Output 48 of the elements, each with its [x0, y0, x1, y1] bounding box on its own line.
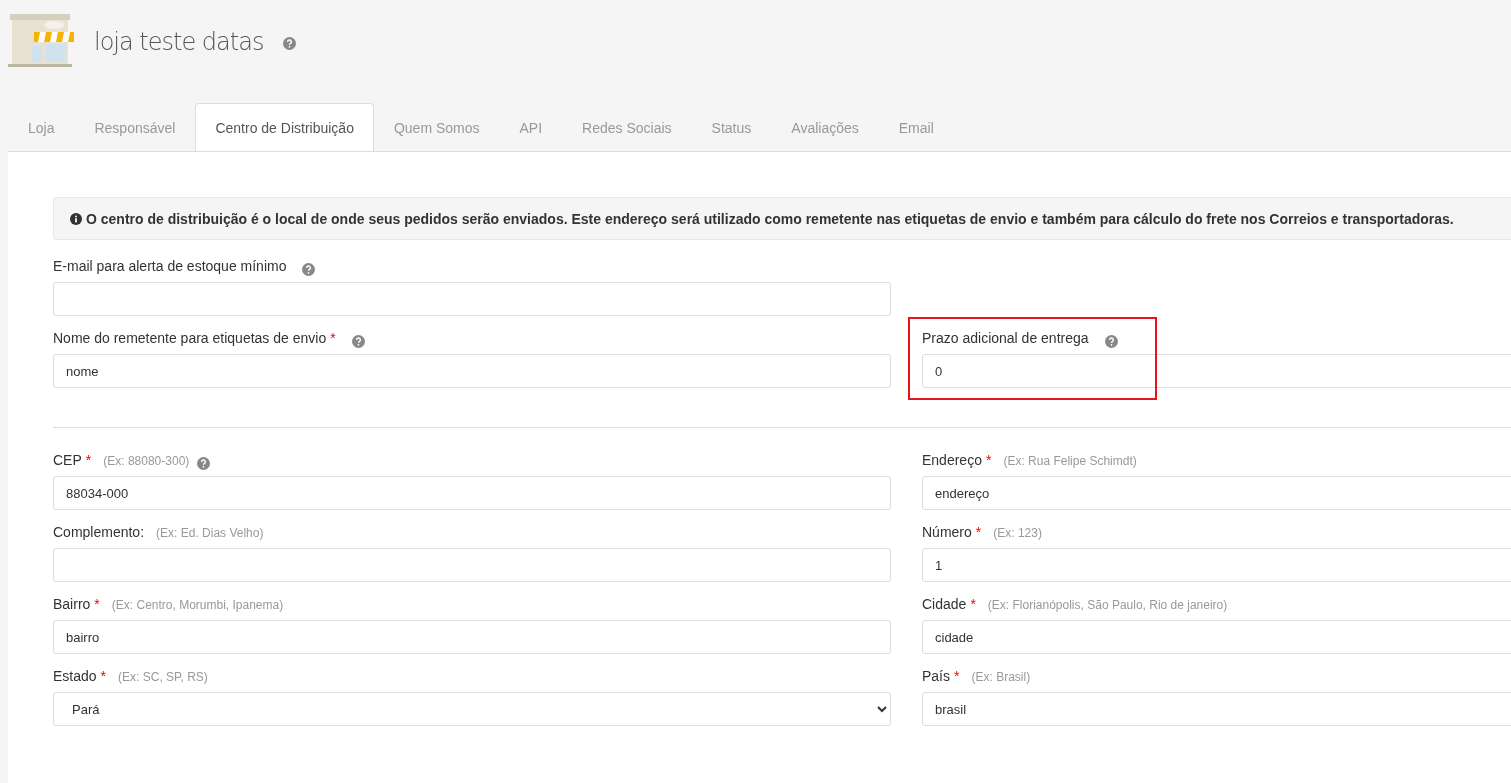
- tab[interactable]: Centro de Distribuição: [195, 103, 374, 151]
- text-field[interactable]: bairro: [53, 620, 891, 654]
- text-field[interactable]: 88034-000: [53, 476, 891, 510]
- required-mark: *: [985, 452, 992, 468]
- required-mark: *: [85, 452, 92, 468]
- field-hint: (Ex: Centro, Morumbi, Ipanema): [111, 598, 284, 612]
- store-title: loja teste datas: [94, 28, 264, 56]
- field-hint: (Ex: Florianópolis, São Paulo, Rio de janeiro): [987, 598, 1228, 612]
- alert-text: O centro de distribuição é o local de onde seus pedidos serão enviados. Este endereço será utilizado como remetente nas etiquetas de envio e também para cálculo do frete nos Correios e transportadoras.: [86, 210, 1454, 227]
- text-field[interactable]: [53, 548, 891, 582]
- help-icon[interactable]: [1104, 334, 1118, 348]
- field-label: Complemento:: [53, 524, 145, 540]
- field-label: CEP: [53, 452, 82, 468]
- text-field[interactable]: cidade: [922, 620, 1511, 654]
- field-label: Número: [922, 524, 972, 540]
- field-hint: (Ex: Brasil): [971, 670, 1031, 684]
- required-mark: *: [975, 524, 982, 540]
- field-label: País: [922, 668, 950, 684]
- required-mark: *: [330, 330, 336, 346]
- help-icon[interactable]: [197, 456, 211, 470]
- required-mark: *: [94, 596, 100, 612]
- info-icon: [70, 212, 82, 225]
- field-hint: (Ex: 88080-300): [103, 454, 190, 468]
- required-mark: *: [954, 668, 960, 684]
- text-field[interactable]: 1: [922, 548, 1511, 582]
- field-label: Estado: [53, 668, 97, 684]
- field-hint: (Ex: Ed. Dias Velho): [156, 526, 264, 540]
- store-icon: [8, 12, 74, 68]
- text-field[interactable]: brasil: [922, 692, 1511, 726]
- help-icon[interactable]: [283, 37, 297, 50]
- field-label: Nome do remetente para etiquetas de envio: [53, 330, 327, 346]
- text-field[interactable]: 0: [922, 354, 1511, 388]
- text-field[interactable]: endereço: [922, 476, 1511, 510]
- text-field[interactable]: [53, 282, 891, 316]
- state-select[interactable]: Pará: [53, 692, 891, 726]
- field-label: E-mail para alerta de estoque mínimo: [53, 258, 287, 274]
- required-mark: *: [970, 596, 976, 612]
- text-field[interactable]: nome: [53, 354, 891, 388]
- field-hint: (Ex: Rua Felipe Schimdt): [1003, 454, 1137, 468]
- field-label: Endereço: [922, 452, 982, 468]
- help-icon[interactable]: [351, 334, 365, 348]
- required-mark: *: [100, 668, 107, 684]
- field-label: Prazo adicional de entrega: [922, 330, 1089, 346]
- field-hint: (Ex: SC, SP, RS): [118, 670, 208, 684]
- help-icon[interactable]: [302, 262, 316, 276]
- field-label: Cidade: [922, 596, 967, 612]
- field-label: Bairro: [53, 596, 91, 612]
- field-hint: (Ex: 123): [993, 526, 1042, 540]
